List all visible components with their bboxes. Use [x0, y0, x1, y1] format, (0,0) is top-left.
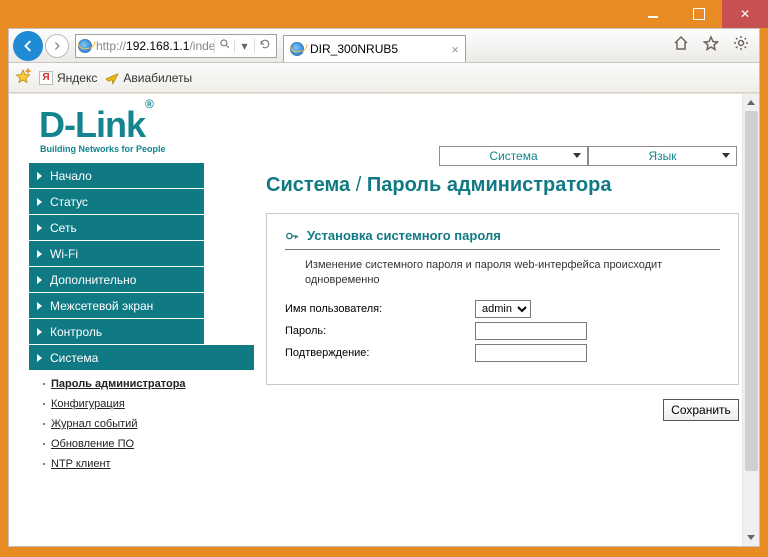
url-text: http://192.168.1.1/index: [96, 39, 214, 53]
url-field[interactable]: http://192.168.1.1/index ▾: [75, 34, 277, 58]
window-close-button[interactable]: [722, 0, 768, 28]
subnav-ntp-client[interactable]: NTP клиент: [29, 454, 204, 474]
scroll-down-button[interactable]: [743, 529, 759, 546]
tools-gear-icon[interactable]: [733, 35, 749, 56]
save-button[interactable]: Сохранить: [663, 399, 739, 421]
language-dropdown[interactable]: Язык: [588, 146, 737, 166]
subnav-label: Пароль администратора: [51, 378, 186, 390]
system-dropdown[interactable]: Система: [439, 146, 588, 166]
nav-label: Межсетевой экран: [50, 299, 153, 313]
confirm-label: Подтверждение:: [285, 347, 475, 359]
browser-toolbar-icons: [673, 35, 749, 56]
favorites-star-icon[interactable]: [703, 35, 719, 56]
browser-chrome: http://192.168.1.1/index ▾ DIR_300NRUB5 …: [8, 28, 760, 547]
panel-title: Установка системного пароля: [307, 228, 501, 243]
sidebar-nav: Начало Статус Сеть Wi-Fi Дополнительно М…: [29, 162, 204, 474]
nav-label: Дополнительно: [50, 273, 136, 287]
favorite-yandex[interactable]: Я Яндекс: [39, 71, 97, 85]
nav-item-firewall[interactable]: Межсетевой экран: [29, 292, 204, 318]
breadcrumb-sep: /: [356, 174, 367, 196]
panel-description: Изменение системного пароля и пароля web…: [305, 258, 720, 288]
nav-item-control[interactable]: Контроль: [29, 318, 204, 344]
password-panel: Установка системного пароля Изменение си…: [266, 213, 739, 385]
logo-link: Link: [75, 104, 145, 145]
subnav-label: Конфигурация: [51, 398, 125, 410]
breadcrumb: Система / Пароль администратора: [266, 174, 739, 197]
home-icon[interactable]: [673, 35, 689, 56]
browser-tab[interactable]: DIR_300NRUB5 ×: [283, 35, 466, 62]
breadcrumb-page: Пароль администратора: [367, 174, 612, 196]
nav-forward-button[interactable]: [45, 34, 69, 58]
ie-page-icon: [290, 42, 304, 56]
subnav-admin-password[interactable]: Пароль администратора: [29, 374, 204, 394]
logo-dash: -: [64, 104, 75, 145]
subnav-label: Обновление ПО: [51, 438, 134, 450]
nav-label: Начало: [50, 169, 92, 183]
subnav-event-log[interactable]: Журнал событий: [29, 414, 204, 434]
system-dropdown-label: Система: [489, 149, 537, 163]
password-input[interactable]: [475, 322, 587, 340]
subnav-label: NTP клиент: [51, 458, 111, 470]
logo-d: D: [39, 104, 64, 145]
username-label: Имя пользователя:: [285, 303, 475, 315]
nav-item-system[interactable]: Система: [29, 344, 254, 370]
key-icon: [285, 229, 299, 243]
favorite-avia-label: Авиабилеты: [123, 71, 192, 85]
url-dropdown-icon[interactable]: ▾: [234, 39, 254, 53]
browser-window: http://192.168.1.1/index ▾ DIR_300NRUB5 …: [0, 0, 768, 557]
ie-favicon-icon: [78, 39, 92, 53]
main-content: Система / Пароль администратора Установк: [266, 162, 739, 474]
favorite-aviabilety[interactable]: Авиабилеты: [105, 71, 192, 85]
scroll-up-button[interactable]: [743, 94, 759, 111]
nav-label: Контроль: [50, 325, 102, 339]
yandex-icon: Я: [39, 71, 53, 85]
window-maximize-button[interactable]: [676, 0, 722, 28]
nav-label: Wi-Fi: [50, 247, 78, 261]
confirm-input[interactable]: [475, 344, 587, 362]
nav-label: Статус: [50, 195, 88, 209]
tab-title: DIR_300NRUB5: [310, 42, 398, 56]
window-titlebar: [0, 0, 768, 28]
favorite-yandex-label: Яндекс: [57, 71, 97, 85]
favorites-bar: Я Яндекс Авиабилеты: [9, 63, 759, 93]
arrow-left-icon: [21, 39, 35, 53]
nav-label: Система: [50, 351, 98, 365]
nav-item-network[interactable]: Сеть: [29, 214, 204, 240]
nav-item-advanced[interactable]: Дополнительно: [29, 266, 204, 292]
url-path: /index: [189, 39, 214, 53]
url-host: 192.168.1.1: [126, 39, 189, 53]
nav-back-button[interactable]: [13, 31, 43, 61]
breadcrumb-section: Система: [266, 174, 350, 196]
airplane-icon: [105, 71, 119, 85]
url-refresh-icon[interactable]: [254, 38, 274, 53]
username-select[interactable]: admin: [475, 300, 531, 318]
language-dropdown-label: Язык: [648, 149, 676, 163]
arrow-right-icon: [52, 41, 62, 51]
subnav-label: Журнал событий: [51, 418, 137, 430]
nav-label: Сеть: [50, 221, 77, 235]
chevron-down-icon: [573, 153, 581, 158]
tab-close-icon[interactable]: ×: [451, 42, 459, 57]
url-search-icon[interactable]: [214, 38, 234, 53]
window-minimize-button[interactable]: [630, 0, 676, 28]
add-favorite-icon[interactable]: [15, 68, 31, 87]
password-label: Пароль:: [285, 325, 475, 337]
chevron-down-icon: [722, 153, 730, 158]
page-viewport: D-Link® Building Networks for People Сис…: [9, 93, 759, 546]
nav-item-status[interactable]: Статус: [29, 188, 204, 214]
scroll-thumb[interactable]: [745, 111, 758, 471]
subnav-configuration[interactable]: Конфигурация: [29, 394, 204, 414]
nav-item-wifi[interactable]: Wi-Fi: [29, 240, 204, 266]
url-scheme: http://: [96, 39, 126, 53]
address-bar: http://192.168.1.1/index ▾ DIR_300NRUB5 …: [9, 29, 759, 63]
vertical-scrollbar[interactable]: [742, 94, 759, 546]
subnav-firmware-update[interactable]: Обновление ПО: [29, 434, 204, 454]
nav-item-home[interactable]: Начало: [29, 162, 204, 188]
